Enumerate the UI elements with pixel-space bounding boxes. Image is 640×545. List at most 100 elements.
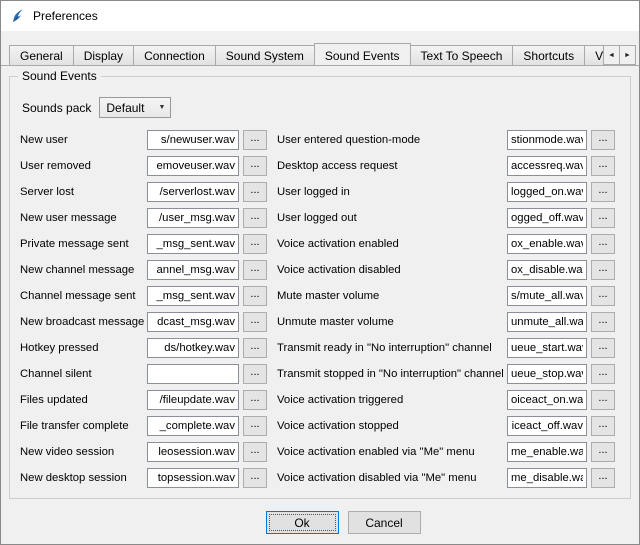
sound-file-input-user-removed[interactable] [147,156,239,176]
browse-button-voice-activation-triggered[interactable]: ... [591,390,615,410]
sound-file-input-voice-activation-enabled-via-me-menu[interactable] [507,442,587,462]
chevron-down-icon: ▼ [158,104,165,111]
sound-event-row-hotkey-pressed: Hotkey pressed... [20,338,267,358]
sound-event-row-channel-message-sent: Channel message sent... [20,286,267,306]
sounds-pack-value: Default [106,101,158,115]
sound-event-label: Channel silent [20,368,147,380]
group-title: Sound Events [18,69,101,83]
sound-event-row-voice-activation-disabled-via-me-menu: Voice activation disabled via "Me" menu.… [277,468,615,488]
tab-display[interactable]: Display [73,45,134,65]
sound-file-input-transmit-ready-in-no-interruption-channel[interactable] [507,338,587,358]
cancel-button[interactable]: Cancel [348,511,421,534]
browse-button-user-removed[interactable]: ... [243,156,267,176]
tab-text-to-speech[interactable]: Text To Speech [410,45,514,65]
browse-button-unmute-master-volume[interactable]: ... [591,312,615,332]
sound-event-row-new-user-message: New user message... [20,208,267,228]
sound-file-input-new-broadcast-message[interactable] [147,312,239,332]
sound-file-input-voice-activation-disabled[interactable] [507,260,587,280]
browse-button-new-broadcast-message[interactable]: ... [243,312,267,332]
sound-file-input-voice-activation-enabled[interactable] [507,234,587,254]
browse-button-file-transfer-complete[interactable]: ... [243,416,267,436]
browse-button-channel-silent[interactable]: ... [243,364,267,384]
browse-button-files-updated[interactable]: ... [243,390,267,410]
tab-sound-events[interactable]: Sound Events [314,43,411,65]
sound-event-label: New video session [20,446,147,458]
browse-button-hotkey-pressed[interactable]: ... [243,338,267,358]
browse-button-new-video-session[interactable]: ... [243,442,267,462]
sound-event-row-new-video-session: New video session... [20,442,267,462]
sound-event-label: Voice activation disabled [277,264,507,276]
browse-button-voice-activation-disabled-via-me-menu[interactable]: ... [591,468,615,488]
sound-file-input-hotkey-pressed[interactable] [147,338,239,358]
sounds-pack-select[interactable]: Default ▼ [99,97,171,118]
browse-button-user-logged-in[interactable]: ... [591,182,615,202]
tab-shortcuts[interactable]: Shortcuts [512,45,585,65]
sound-event-label: Voice activation disabled via "Me" menu [277,472,507,484]
sound-event-row-voice-activation-enabled-via-me-menu: Voice activation enabled via "Me" menu..… [277,442,615,462]
browse-button-new-desktop-session[interactable]: ... [243,468,267,488]
sound-file-input-new-user-message[interactable] [147,208,239,228]
sound-file-input-new-desktop-session[interactable] [147,468,239,488]
sound-file-input-channel-silent[interactable] [147,364,239,384]
sound-file-input-private-message-sent[interactable] [147,234,239,254]
tab-general[interactable]: General [9,45,74,65]
tab-scroll-left-button[interactable]: ◄ [603,45,620,65]
sound-file-input-file-transfer-complete[interactable] [147,416,239,436]
browse-button-voice-activation-enabled-via-me-menu[interactable]: ... [591,442,615,462]
browse-button-private-message-sent[interactable]: ... [243,234,267,254]
tab-connection[interactable]: Connection [133,45,216,65]
sound-event-row-voice-activation-disabled: Voice activation disabled... [277,260,615,280]
title-bar[interactable]: Preferences [1,1,639,31]
sound-file-input-voice-activation-disabled-via-me-menu[interactable] [507,468,587,488]
browse-button-mute-master-volume[interactable]: ... [591,286,615,306]
browse-button-voice-activation-stopped[interactable]: ... [591,416,615,436]
sound-file-input-new-user[interactable] [147,130,239,150]
tab-scroll-right-button[interactable]: ► [619,45,636,65]
browse-button-transmit-ready-in-no-interruption-channel[interactable]: ... [591,338,615,358]
browse-button-user-logged-out[interactable]: ... [591,208,615,228]
window-title: Preferences [33,9,98,23]
browse-button-transmit-stopped-in-no-interruption-channel[interactable]: ... [591,364,615,384]
browse-button-user-entered-question-mode[interactable]: ... [591,130,615,150]
browse-button-voice-activation-disabled[interactable]: ... [591,260,615,280]
sound-file-input-server-lost[interactable] [147,182,239,202]
events-column-right: User entered question-mode...Desktop acc… [277,130,615,494]
browse-button-new-user[interactable]: ... [243,130,267,150]
browse-button-new-user-message[interactable]: ... [243,208,267,228]
sound-file-input-unmute-master-volume[interactable] [507,312,587,332]
sound-file-input-user-entered-question-mode[interactable] [507,130,587,150]
sound-event-label: New desktop session [20,472,147,484]
sound-event-label: Channel message sent [20,290,147,302]
browse-button-desktop-access-request[interactable]: ... [591,156,615,176]
sound-file-input-mute-master-volume[interactable] [507,286,587,306]
tab-sound-system[interactable]: Sound System [215,45,315,65]
sound-event-label: User entered question-mode [277,134,507,146]
sound-file-input-voice-activation-stopped[interactable] [507,416,587,436]
sound-file-input-new-channel-message[interactable] [147,260,239,280]
sound-event-label: New broadcast message [20,316,147,328]
sound-event-label: User removed [20,160,147,172]
browse-button-voice-activation-enabled[interactable]: ... [591,234,615,254]
sound-file-input-files-updated[interactable] [147,390,239,410]
sound-file-input-transmit-stopped-in-no-interruption-channel[interactable] [507,364,587,384]
sound-event-row-transmit-stopped-in-no-interruption-channel: Transmit stopped in "No interruption" ch… [277,364,615,384]
footer-button-group: Ok Cancel [266,511,421,534]
sound-file-input-user-logged-out[interactable] [507,208,587,228]
sound-event-label: Mute master volume [277,290,507,302]
sound-file-input-new-video-session[interactable] [147,442,239,462]
browse-button-server-lost[interactable]: ... [243,182,267,202]
preferences-window: Preferences GeneralDisplayConnectionSoun… [0,0,640,545]
browse-button-channel-message-sent[interactable]: ... [243,286,267,306]
sound-file-input-channel-message-sent[interactable] [147,286,239,306]
browse-button-new-channel-message[interactable]: ... [243,260,267,280]
ok-button[interactable]: Ok [266,511,339,534]
sound-event-row-voice-activation-stopped: Voice activation stopped... [277,416,615,436]
sound-file-input-voice-activation-triggered[interactable] [507,390,587,410]
sound-file-input-user-logged-in[interactable] [507,182,587,202]
sound-event-row-new-user: New user... [20,130,267,150]
sound-event-row-server-lost: Server lost... [20,182,267,202]
sound-event-row-mute-master-volume: Mute master volume... [277,286,615,306]
sound-event-label: User logged in [277,186,507,198]
sound-event-row-desktop-access-request: Desktop access request... [277,156,615,176]
sound-file-input-desktop-access-request[interactable] [507,156,587,176]
